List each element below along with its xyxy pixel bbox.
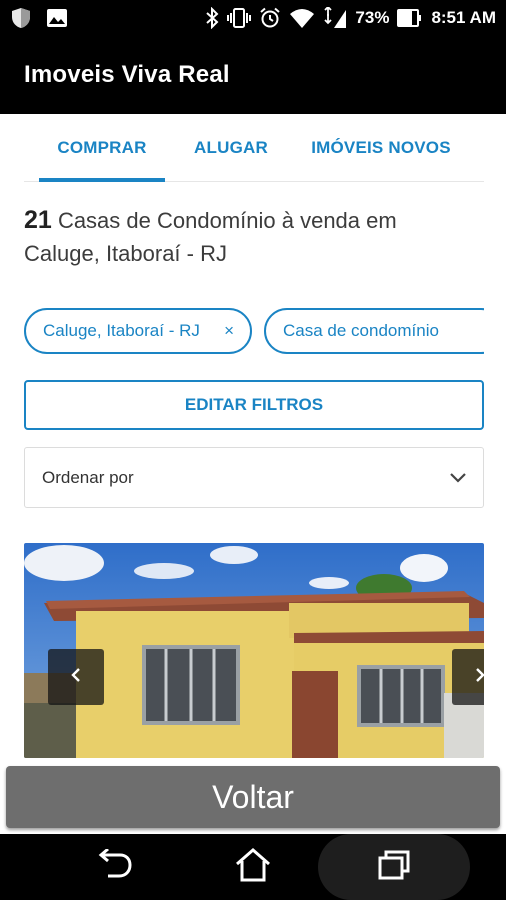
- battery-icon: [397, 8, 423, 28]
- filter-chip-property-type[interactable]: Casa de condomínio ×: [264, 308, 484, 354]
- sort-label: Ordenar por: [42, 467, 134, 487]
- edit-filters-button[interactable]: EDITAR FILTROS: [24, 380, 484, 430]
- chevron-right-icon: [470, 665, 484, 690]
- photo-next-button[interactable]: [452, 649, 484, 705]
- filter-chips: Caluge, Itaboraí - RJ × Casa de condomín…: [24, 308, 484, 354]
- nav-home-button[interactable]: [208, 834, 298, 900]
- close-icon[interactable]: ×: [224, 321, 234, 341]
- sort-select[interactable]: Ordenar por: [24, 447, 484, 508]
- photo-prev-button[interactable]: [48, 649, 104, 705]
- chevron-down-icon: [447, 466, 469, 493]
- nav-back-button[interactable]: [70, 834, 160, 900]
- results-heading: 21 Casas de Condomínio à venda em Caluge…: [24, 204, 474, 270]
- image-icon: [46, 8, 68, 28]
- filter-chip-label: Casa de condomínio: [283, 321, 439, 340]
- system-nav-bar: [0, 834, 506, 900]
- nav-recent-apps-button[interactable]: [318, 834, 470, 900]
- alarm-icon: [259, 7, 281, 29]
- home-icon: [234, 847, 272, 888]
- shield-icon: [10, 7, 32, 29]
- signal-icon: [323, 7, 347, 29]
- recent-apps-icon: [376, 849, 412, 886]
- status-bar: 73% 8:51 AM: [0, 0, 506, 36]
- filter-chip-label: Caluge, Itaboraí - RJ: [43, 321, 200, 340]
- wifi-icon: [289, 7, 315, 29]
- vibrate-icon: [227, 7, 252, 29]
- tab-bar: COMPRAR ALUGAR IMÓVEIS NOVOS: [24, 114, 484, 182]
- filter-chip-location[interactable]: Caluge, Itaboraí - RJ ×: [24, 308, 252, 354]
- app-bar: Imoveis Viva Real: [0, 36, 506, 114]
- results-count: 21: [24, 206, 52, 234]
- tab-imoveis-novos[interactable]: IMÓVEIS NOVOS: [301, 114, 461, 182]
- clock-time: 8:51 AM: [431, 8, 496, 27]
- battery-text: 73%: [355, 8, 390, 27]
- back-icon: [96, 847, 134, 886]
- tab-alugar[interactable]: ALUGAR: [181, 114, 281, 182]
- voltar-button[interactable]: Voltar: [6, 766, 500, 828]
- chevron-left-icon: [66, 665, 86, 690]
- screen: 73% 8:51 AM Imoveis Viva Real COMPRAR AL…: [0, 0, 506, 900]
- tab-comprar[interactable]: COMPRAR: [39, 114, 165, 182]
- bluetooth-icon: [205, 7, 219, 29]
- app-title: Imoveis Viva Real: [24, 61, 230, 88]
- listing-photo[interactable]: [24, 543, 484, 758]
- results-description: Casas de Condomínio à venda em Caluge, I…: [24, 208, 397, 266]
